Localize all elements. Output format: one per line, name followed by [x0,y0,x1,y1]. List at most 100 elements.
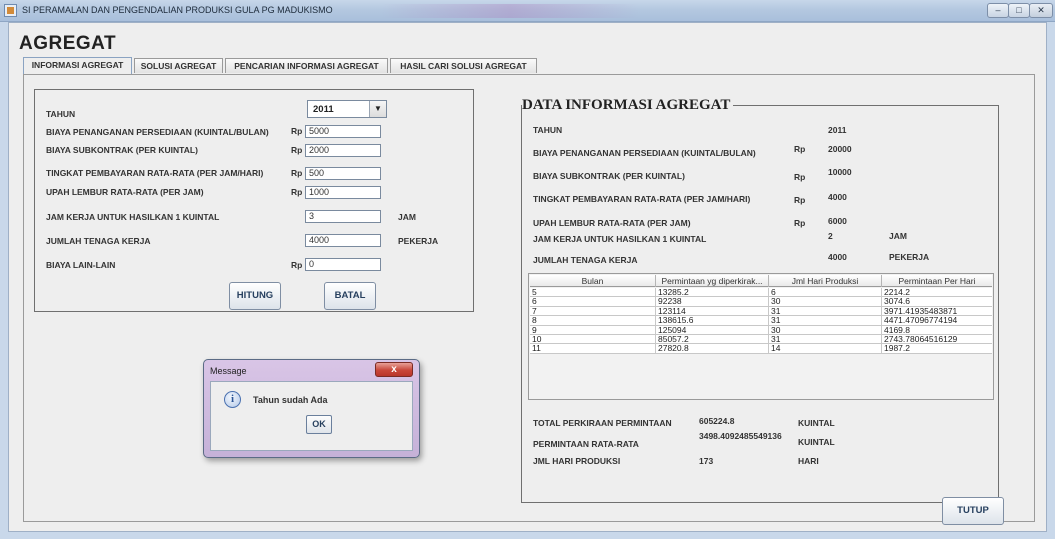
table-cell: 3074.6 [884,297,910,307]
table-cell: 6 [530,297,656,307]
info-currency-label: Rp [794,172,806,182]
table-row[interactable]: 8 138615.6 31 4471.47096774194 [530,316,992,326]
hari-produksi-value: 173 [699,456,714,466]
tahun-select-value: 2011 [313,104,334,115]
data-informasi-title: DATA INFORMASI AGREGAT [522,97,734,114]
currency-label: Rp [291,126,303,136]
tingkat-pembayaran-label: TINGKAT PEMBAYARAN RATA-RATA (PER JAM/HA… [46,168,264,178]
tingkat-pembayaran-input[interactable]: 500 [305,167,381,180]
table-body: 5 13285.2 6 2214.2 6 92238 30 3074.6 7 123114 31 39… [530,288,992,354]
data-informasi-panel: DATA INFORMASI AGREGAT TAHUN 2011 BIAYA … [521,97,999,503]
hari-produksi-unit: HARI [798,456,819,466]
info-biaya-subkontrak-label: BIAYA SUBKONTRAK (PER KUINTAL) [533,171,685,181]
table-cell: 27820.8 [656,344,769,354]
table-cell: 30 [769,297,882,307]
main-window: AGREGAT INFORMASI AGREGAT SOLUSI AGREGAT… [8,22,1047,532]
table-cell: 8 [530,316,656,326]
table-cell: 11 [530,344,656,354]
dialog-body: i Tahun sudah Ada OK [210,381,413,451]
info-biaya-subkontrak-value: 10000 [828,167,852,177]
table-cell: 14 [769,344,882,354]
table-row[interactable]: 11 27820.8 14 1987.2 [530,344,992,354]
tenaga-kerja-input[interactable]: 4000 [305,234,381,247]
table-row[interactable]: 9 125094 30 4169.8 [530,325,992,335]
info-tingkat-pembayaran-label: TINGKAT PEMBAYARAN RATA-RATA (PER JAM/HA… [533,194,751,204]
rata-rata-unit: KUINTAL [798,437,835,447]
table-row[interactable]: 7 123114 31 3971.41935483871 [530,306,992,317]
jam-unit-label: JAM [398,212,416,222]
tab-informasi-agregat[interactable]: INFORMASI AGREGAT [23,57,132,74]
info-tahun-value: 2011 [828,125,847,135]
table-cell: 7 [530,306,656,317]
info-pekerja-unit: PEKERJA [889,252,930,262]
table-row[interactable]: 10 85057.2 31 2743.78064516129 [530,334,992,345]
total-value: 605224.8 [699,416,735,426]
table-cell: 10 [530,334,656,345]
table-header: Bulan Permintaan yg diperkirak... Jml Ha… [530,275,992,287]
info-biaya-penanganan-value: 20000 [828,144,852,154]
tutup-button[interactable]: TUTUP [942,497,1004,525]
col-header-bulan[interactable]: Bulan [530,275,656,287]
window-title-bar: SI PERAMALAN DAN PENGENDALIAN PRODUKSI G… [0,0,1055,22]
currency-label: Rp [291,260,303,270]
table-cell: 31 [769,316,882,326]
table-cell: 31 [769,334,882,345]
currency-label: Rp [291,187,303,197]
tab-pencarian-informasi-agregat[interactable]: PENCARIAN INFORMASI AGREGAT [225,58,388,73]
info-jam-kerja-value: 2 [828,231,833,241]
dialog-close-button[interactable]: x [375,362,413,377]
table-cell: 5 [530,288,656,298]
rata-rata-value: 3498.4092485549136 [699,431,782,441]
permintaan-table[interactable]: Bulan Permintaan yg diperkirak... Jml Ha… [528,273,994,400]
jam-kerja-input[interactable]: 3 [305,210,381,223]
table-cell: 2743.78064516129 [884,334,958,344]
dialog-message: Tahun sudah Ada [253,395,328,405]
tab-hasil-cari-solusi-agregat[interactable]: HASIL CARI SOLUSI AGREGAT [390,58,537,73]
table-cell: 31 [769,306,882,317]
col-header-permintaan-per-hari[interactable]: Permintaan Per Hari [882,275,992,287]
upah-lembur-input[interactable]: 1000 [305,186,381,199]
ok-button[interactable]: OK [306,415,332,434]
table-cell: 9 [530,325,656,335]
biaya-lain-input[interactable]: 0 [305,258,381,271]
message-dialog: Message x i Tahun sudah Ada OK [203,359,420,458]
info-biaya-penanganan-label: BIAYA PENANGANAN PERSEDIAAN (KUINTAL/BUL… [533,148,756,158]
jam-kerja-label: JAM KERJA UNTUK HASILKAN 1 KUINTAL [46,212,220,222]
total-label: TOTAL PERKIRAAN PERMINTAAN [533,418,672,428]
table-cell: 4169.8 [884,325,910,335]
info-tahun-label: TAHUN [533,125,563,135]
tahun-select[interactable]: 2011 ▼ [307,100,387,118]
table-cell: 6 [769,288,882,298]
col-header-permintaan[interactable]: Permintaan yg diperkirak... [656,275,769,287]
input-form-panel: TAHUN 2011 ▼ BIAYA PENANGANAN PERSEDIAAN… [34,89,474,312]
minimize-button[interactable]: – [987,3,1009,18]
table-cell: 2214.2 [884,288,910,297]
tab-solusi-agregat[interactable]: SOLUSI AGREGAT [134,58,223,73]
hitung-button[interactable]: HITUNG [229,282,281,310]
rata-rata-label: PERMINTAAN RATA-RATA [533,439,639,449]
table-row[interactable]: 5 13285.2 6 2214.2 [530,288,992,298]
chevron-down-icon[interactable]: ▼ [369,101,386,117]
hari-produksi-label: JML HARI PRODUKSI [533,456,621,466]
info-upah-lembur-label: UPAH LEMBUR RATA-RATA (PER JAM) [533,218,691,228]
table-cell: 3971.41935483871 [884,306,958,316]
maximize-button[interactable]: □ [1008,3,1030,18]
tenaga-kerja-label: JUMLAH TENAGA KERJA [46,236,151,246]
total-unit: KUINTAL [798,418,835,428]
biaya-subkontrak-input[interactable]: 2000 [305,144,381,157]
table-cell: 13285.2 [656,288,769,298]
col-header-jml-hari[interactable]: Jml Hari Produksi [769,275,882,287]
batal-button[interactable]: BATAL [324,282,376,310]
currency-label: Rp [291,168,303,178]
background-window-ghost [380,4,640,18]
table-row[interactable]: 6 92238 30 3074.6 [530,297,992,307]
close-window-button[interactable]: ✕ [1029,3,1053,18]
page-title: AGREGAT [19,33,117,54]
table-cell: 4471.47096774194 [884,316,958,326]
dialog-title: Message [210,366,247,376]
table-cell: 125094 [656,325,769,335]
table-cell: 92238 [656,297,769,307]
window-title: SI PERAMALAN DAN PENGENDALIAN PRODUKSI G… [22,5,333,15]
pekerja-unit-label: PEKERJA [398,236,439,246]
biaya-penanganan-input[interactable]: 5000 [305,125,381,138]
